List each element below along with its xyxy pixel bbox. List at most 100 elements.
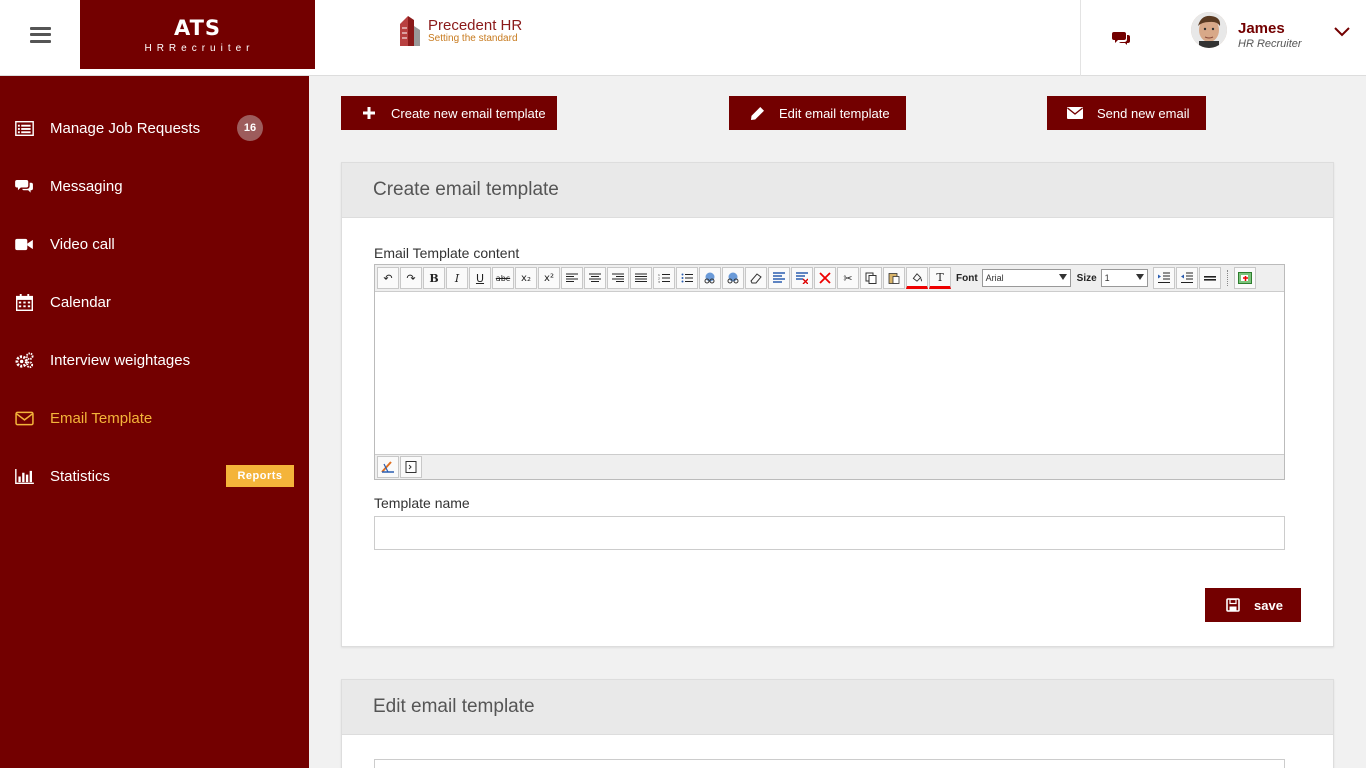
list-icon	[14, 119, 34, 137]
dropdown-arrow-icon	[1135, 274, 1144, 280]
envelope-icon	[14, 409, 34, 427]
send-email-label: Send new email	[1097, 105, 1190, 121]
logo-tagline: Setting the standard	[428, 33, 518, 44]
dropdown-arrow-icon	[1058, 274, 1067, 280]
sidebar-item-email-template[interactable]: Email Template	[0, 389, 309, 447]
chevron-down-icon[interactable]	[1333, 24, 1351, 38]
delete-icon[interactable]	[814, 267, 836, 289]
top-header: ATS HRRecruiter Precedent HR Setting the…	[0, 0, 1366, 76]
template-name-label: Template name	[374, 495, 470, 511]
logo-name: Precedent HR	[428, 17, 523, 34]
justify-icon[interactable]	[630, 267, 652, 289]
outdent-icon[interactable]	[1175, 267, 1198, 289]
sidebar-item-label: Calendar	[50, 293, 111, 311]
font-family-select[interactable]: Arial	[981, 269, 1071, 287]
text-color-icon[interactable]: T	[929, 267, 951, 289]
format-block-icon[interactable]	[768, 267, 790, 289]
pencil-icon	[749, 106, 765, 120]
cut-icon[interactable]: ✂	[837, 267, 859, 289]
underline-icon[interactable]: U	[469, 267, 491, 289]
font-label: Font	[956, 272, 978, 284]
envelope-icon	[1067, 106, 1083, 120]
italic-icon[interactable]: I	[446, 267, 468, 289]
subscript-icon[interactable]: x₂	[515, 267, 537, 289]
floppy-disk-icon	[1226, 598, 1240, 612]
html-source-icon[interactable]	[400, 456, 422, 478]
align-center-icon[interactable]	[584, 267, 606, 289]
align-right-icon[interactable]	[607, 267, 629, 289]
editor-content-area[interactable]	[375, 292, 1284, 454]
undo-icon[interactable]: ↶	[377, 267, 399, 289]
ordered-list-icon[interactable]: 123	[653, 267, 675, 289]
building-logo-icon	[400, 16, 420, 46]
font-size-value: 1	[1104, 273, 1110, 283]
sidebar-item-manage-job-requests[interactable]: Manage Job Requests 16	[0, 99, 309, 157]
sidebar-item-video-call[interactable]: Video call	[0, 215, 309, 273]
highlight-color-icon[interactable]	[906, 267, 928, 289]
remove-link-icon[interactable]	[722, 267, 744, 289]
rich-text-editor: ↶ ↷ B I U abc x₂ x² 123 ✂ T Font Arial S…	[374, 264, 1285, 480]
brand-subtitle: HRRecruiter	[144, 43, 255, 54]
brand-block[interactable]: ATS HRRecruiter	[80, 0, 315, 69]
create-panel-title: Create email template	[342, 163, 1333, 218]
reports-badge[interactable]: Reports	[226, 465, 294, 487]
sidebar-item-label: Statistics	[50, 467, 111, 485]
toolbar-separator	[1226, 270, 1229, 286]
create-template-button[interactable]: Create new email template	[341, 96, 557, 130]
sidebar-item-calendar[interactable]: Calendar	[0, 273, 309, 331]
design-mode-icon[interactable]	[377, 456, 399, 478]
hamburger-icon	[29, 26, 51, 43]
chat-icon	[14, 177, 34, 195]
template-name-input[interactable]	[374, 516, 1285, 550]
paste-icon[interactable]	[883, 267, 905, 289]
send-email-button[interactable]: Send new email	[1047, 96, 1206, 130]
user-role: HR Recruiter	[1238, 38, 1302, 50]
horizontal-rule-icon[interactable]	[1198, 267, 1221, 289]
eraser-icon[interactable]	[745, 267, 767, 289]
video-camera-icon	[14, 235, 34, 253]
edit-panel-title: Edit email template	[342, 680, 1333, 735]
superscript-icon[interactable]: x²	[538, 267, 560, 289]
template-content-label: Email Template content	[374, 245, 520, 261]
editor-toolbar: ↶ ↷ B I U abc x₂ x² 123 ✂ T Font Arial S…	[375, 265, 1284, 292]
plus-icon	[361, 106, 377, 120]
insert-link-icon[interactable]	[699, 267, 721, 289]
calendar-icon	[14, 293, 34, 311]
edit-template-select[interactable]	[374, 759, 1285, 768]
sidebar-item-interview-weightages[interactable]: Interview weightages	[0, 331, 309, 389]
brand-title: ATS	[173, 16, 222, 40]
sidebar: Manage Job Requests 16 Messaging Video c…	[0, 76, 309, 768]
indent-icon[interactable]	[1152, 267, 1175, 289]
redo-icon[interactable]: ↷	[400, 267, 422, 289]
sidebar-item-label: Video call	[50, 235, 115, 253]
font-family-value: Arial	[985, 273, 1004, 283]
user-avatar[interactable]	[1191, 12, 1227, 48]
sidebar-item-messaging[interactable]: Messaging	[0, 157, 309, 215]
sidebar-item-statistics[interactable]: Statistics Reports	[0, 447, 309, 505]
header-divider	[1080, 0, 1081, 76]
job-requests-count-badge: 16	[237, 115, 263, 141]
copy-icon[interactable]	[860, 267, 882, 289]
sidebar-item-label: Interview weightages	[50, 351, 191, 369]
align-left-icon[interactable]	[561, 267, 583, 289]
gears-icon	[14, 351, 34, 369]
bar-chart-icon	[14, 467, 34, 485]
size-label: Size	[1076, 272, 1097, 284]
edit-template-button[interactable]: Edit email template	[729, 96, 906, 130]
insert-image-icon[interactable]	[1233, 267, 1256, 289]
unordered-list-icon[interactable]	[676, 267, 698, 289]
company-logo: Precedent HR Setting the standard	[398, 14, 538, 48]
sidebar-item-label: Manage Job Requests	[50, 119, 201, 137]
edit-template-panel: Edit email template	[341, 679, 1334, 768]
save-button[interactable]: save	[1205, 588, 1301, 622]
remove-format-icon[interactable]	[791, 267, 813, 289]
user-name: James	[1238, 20, 1285, 37]
chat-icon[interactable]	[1112, 30, 1130, 46]
edit-template-label: Edit email template	[779, 105, 890, 121]
font-size-select[interactable]: 1	[1100, 269, 1148, 287]
create-template-label: Create new email template	[391, 105, 546, 121]
menu-toggle-button[interactable]	[0, 0, 80, 69]
strikethrough-icon[interactable]: abc	[492, 267, 514, 289]
sidebar-item-label: Email Template	[50, 409, 153, 427]
bold-icon[interactable]: B	[423, 267, 445, 289]
